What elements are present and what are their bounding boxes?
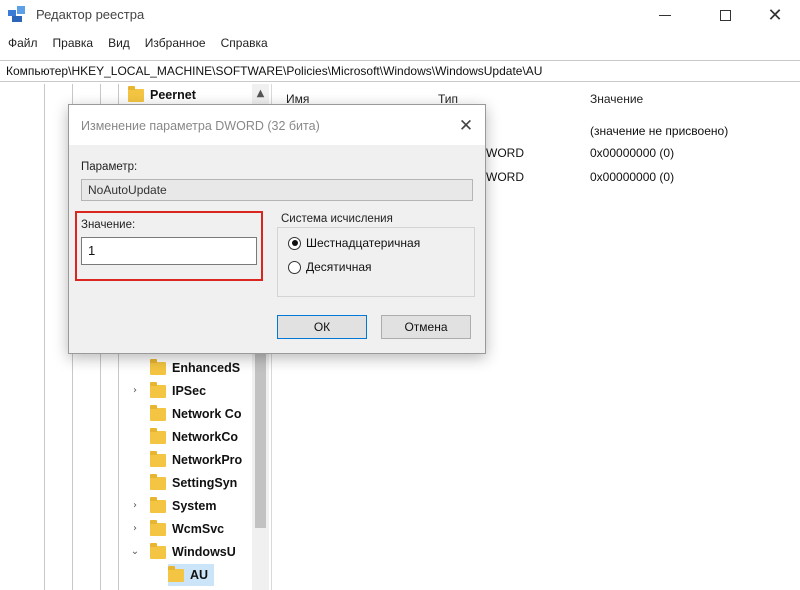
title-bar: Редактор реестра ✕ (0, 0, 800, 30)
radio-hex[interactable]: Шестнадцатеричная (288, 236, 420, 250)
menu-bar: Файл Правка Вид Избранное Справка (0, 32, 800, 54)
address-bar[interactable]: Компьютер\HKEY_LOCAL_MACHINE\SOFTWARE\Po… (0, 60, 800, 82)
radio-checked-icon[interactable] (288, 236, 301, 250)
tree-item[interactable]: NetworkPro (150, 449, 242, 471)
maximize-button[interactable] (700, 0, 750, 30)
tree-item-label: WcmSvc (172, 522, 225, 536)
tree-item[interactable]: IPSec (150, 380, 206, 402)
ok-button[interactable]: ОК (277, 315, 367, 339)
menu-view[interactable]: Вид (106, 34, 132, 52)
chevron-down-icon[interactable]: ⌄ (130, 546, 140, 557)
dialog-title: Изменение параметра DWORD (32 бита) (81, 119, 320, 133)
menu-help[interactable]: Справка (219, 34, 270, 52)
tree-item-label: IPSec (172, 384, 207, 398)
radio-unchecked-icon[interactable] (288, 260, 301, 274)
tree-item[interactable]: SettingSyn (150, 472, 237, 494)
folder-icon (150, 404, 166, 421)
folder-icon (150, 496, 166, 513)
tree-item[interactable]: WindowsU (150, 541, 236, 563)
radix-group: Шестнадцатеричная Десятичная (277, 227, 475, 297)
tree-item-label: NetworkCo (172, 430, 238, 444)
radio-dec[interactable]: Десятичная (288, 260, 372, 274)
minimize-icon (659, 14, 671, 16)
radix-label: Система исчисления (281, 213, 393, 225)
value-data: 0x00000000 (0) (590, 170, 675, 184)
radio-hex-label: Шестнадцатеричная (306, 236, 421, 250)
tree-item[interactable]: System (150, 495, 216, 517)
tree-item-label: Peernet (150, 88, 196, 102)
folder-icon (128, 85, 144, 102)
folder-icon (150, 427, 166, 444)
dialog-title-bar: Изменение параметра DWORD (32 бита) ✕ (69, 105, 485, 145)
radio-dec-label: Десятичная (306, 260, 372, 274)
tree-item-label: Network Co (172, 407, 242, 421)
value-type: WORD (486, 146, 524, 160)
value-type: WORD (486, 170, 524, 184)
chevron-right-icon[interactable]: › (130, 500, 140, 511)
value-input[interactable]: 1 (81, 237, 257, 265)
value-data: (значение не присвоено) (590, 124, 729, 138)
cancel-button[interactable]: Отмена (381, 315, 471, 339)
tree-item-label: EnhancedS (172, 361, 241, 375)
folder-icon (150, 358, 166, 375)
menu-edit[interactable]: Правка (51, 34, 96, 52)
tree-item-label: SettingSyn (172, 476, 238, 490)
folder-icon (150, 542, 166, 559)
folder-icon (150, 473, 166, 490)
regedit-icon (8, 6, 26, 22)
maximize-icon (719, 9, 731, 21)
value-data: 0x00000000 (0) (590, 146, 675, 160)
folder-icon (150, 381, 166, 398)
param-name-field: NoAutoUpdate (81, 179, 473, 201)
tree-item-label: System (172, 499, 217, 513)
chevron-right-icon[interactable]: › (130, 523, 140, 534)
tree-item-label: AU (190, 568, 209, 582)
column-data[interactable]: Значение (590, 92, 643, 106)
scroll-up-icon[interactable]: ▲ (252, 84, 269, 104)
folder-icon (168, 565, 184, 582)
tree-item-label: NetworkPro (172, 453, 243, 467)
tree-item-au-selected[interactable]: AU (168, 564, 215, 586)
close-icon[interactable]: ✕ (455, 115, 477, 137)
close-icon: ✕ (767, 4, 783, 26)
tree-item[interactable]: Network Co (150, 403, 241, 425)
tree-item-label: WindowsU (172, 545, 236, 559)
tree-item-peernet[interactable]: Peernet (128, 84, 196, 106)
window-title: Редактор реестра (36, 7, 145, 22)
folder-icon (150, 519, 166, 536)
tree-item[interactable]: EnhancedS (150, 357, 240, 379)
chevron-right-icon[interactable]: › (130, 385, 140, 396)
minimize-button[interactable] (640, 0, 690, 30)
tree-item[interactable]: WcmSvc (150, 518, 224, 540)
close-button[interactable]: ✕ (750, 0, 800, 30)
value-label: Значение: (81, 219, 136, 231)
folder-icon (150, 450, 166, 467)
menu-file[interactable]: Файл (6, 34, 40, 52)
menu-favorites[interactable]: Избранное (143, 34, 208, 52)
edit-dword-dialog: Изменение параметра DWORD (32 бита) ✕ Па… (68, 104, 486, 354)
tree-item[interactable]: NetworkCo (150, 426, 238, 448)
param-label: Параметр: (81, 161, 138, 173)
